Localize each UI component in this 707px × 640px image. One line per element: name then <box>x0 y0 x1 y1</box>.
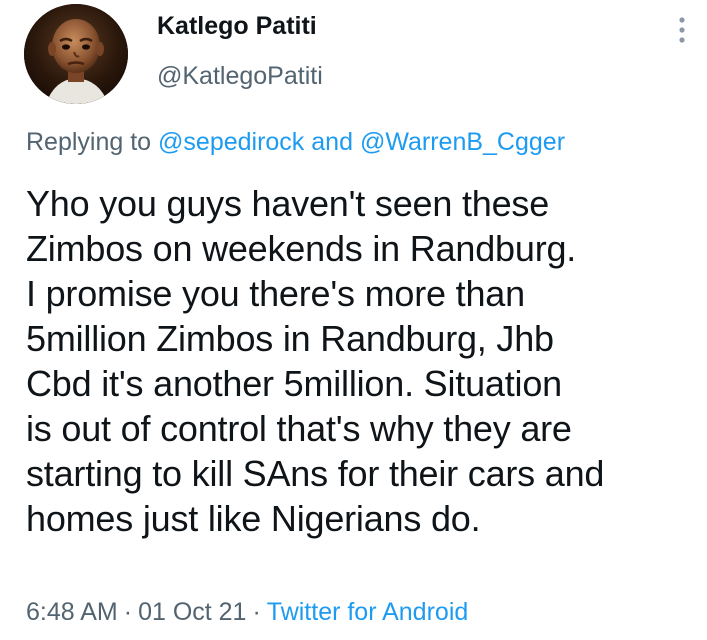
tweet-text: Yho you guys haven't seen these Zimbos o… <box>26 181 701 541</box>
mention-link[interactable]: @WarrenB_Cgger <box>360 128 565 156</box>
user-handle[interactable]: @KatlegoPatiti <box>157 62 323 91</box>
tweet-text-line: 5million Zimbos in Randburg, Jhb <box>26 318 554 359</box>
mention-link[interactable]: @sepedirock <box>158 128 304 156</box>
meta-separator: · <box>252 598 261 626</box>
meta-separator: · <box>123 598 133 626</box>
more-options-button[interactable] <box>668 12 696 48</box>
tweet-text-line: Cbd it's another 5million. Situation <box>26 363 562 404</box>
tweet-date[interactable]: 01 Oct 21 <box>138 598 246 626</box>
more-vertical-icon <box>679 17 685 43</box>
tweet-source-link[interactable]: Twitter for Android <box>267 598 468 626</box>
avatar[interactable] <box>24 4 128 104</box>
tweet-text-line: is out of control that's why they are <box>26 408 572 449</box>
profile-photo-icon <box>24 4 128 104</box>
tweet-text-line: starting to kill SAns for their cars and <box>26 453 605 494</box>
replying-to-label: Replying to <box>26 128 152 156</box>
tweet-meta: 6:48 AM · 01 Oct 21 · Twitter for Android <box>26 598 468 627</box>
display-name[interactable]: Katlego Patiti <box>157 12 317 41</box>
tweet-text-line: homes just like Nigerians do. <box>26 498 481 539</box>
tweet-text-line: Zimbos on weekends in Randburg. <box>26 228 577 269</box>
mention-conjunction: and <box>311 128 353 156</box>
tweet-text-line: I promise you there's more than <box>26 273 525 314</box>
replying-to: Replying to @sepedirock and @WarrenB_Cgg… <box>26 128 565 157</box>
tweet-time[interactable]: 6:48 AM <box>26 598 118 626</box>
tweet: Katlego Patiti @KatlegoPatiti Replying t… <box>0 0 707 640</box>
tweet-text-line: Yho you guys haven't seen these <box>26 183 550 224</box>
